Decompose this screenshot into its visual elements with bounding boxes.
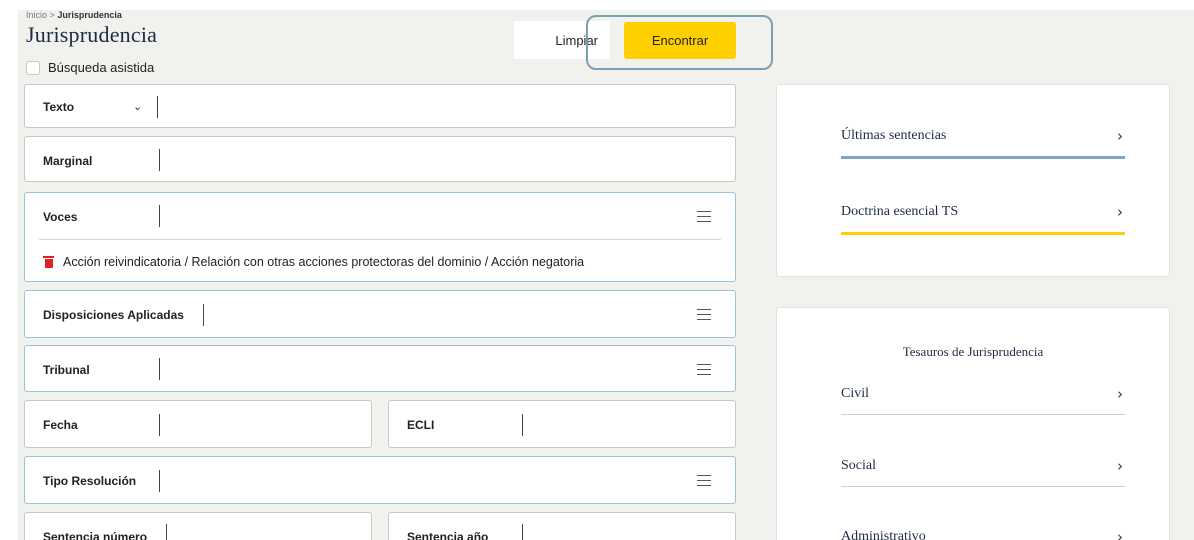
tesauro-administrativo-label: Administrativo (841, 529, 926, 540)
fecha-label: Fecha (43, 418, 78, 432)
civil-divider (841, 414, 1125, 415)
chevron-down-icon[interactable]: ⌄ (133, 100, 142, 113)
tipo-resolucion-label: Tipo Resolución (43, 474, 137, 488)
quick-links-card: Últimas sentencias › Doctrina esencial T… (776, 84, 1170, 277)
marginal-field[interactable]: Marginal (24, 136, 736, 182)
voces-input[interactable] (159, 205, 160, 227)
sentencia-numero-label: Sentencia número (43, 530, 148, 540)
tesauros-title: Tesauros de Jurisprudencia (902, 344, 1044, 359)
menu-icon[interactable] (697, 475, 711, 486)
sentencia-numero-input[interactable] (166, 524, 167, 540)
marginal-input[interactable] (159, 149, 160, 171)
disposiciones-label: Disposiciones Aplicadas (43, 308, 184, 322)
sentencia-numero-field[interactable]: Sentencia número (24, 512, 372, 540)
chevron-right-icon: › (1117, 203, 1123, 221)
breadcrumb-home[interactable]: Inicio (26, 10, 47, 20)
find-button[interactable]: Encontrar (624, 22, 736, 59)
tipo-resolucion-input[interactable] (159, 470, 160, 492)
ecli-field[interactable]: ECLI (388, 400, 736, 448)
voces-tag-text: Acción reivindicatoria / Relación con ot… (63, 255, 585, 269)
doctrina-underline (841, 232, 1125, 235)
texto-input[interactable] (157, 96, 158, 118)
chevron-right-icon: › (1117, 127, 1123, 145)
texto-type-label[interactable]: Texto (43, 100, 74, 114)
sentencia-anio-input[interactable] (522, 524, 523, 540)
tesauro-civil-link[interactable]: Civil › (841, 385, 1123, 403)
doctrina-esencial-link[interactable]: Doctrina esencial TS › (841, 203, 1123, 221)
tesauro-civil-label: Civil (841, 386, 870, 401)
voces-tag: Acción reivindicatoria / Relación con ot… (43, 255, 584, 269)
breadcrumb-current: Jurisprudencia (57, 10, 122, 20)
tipo-resolucion-field[interactable]: Tipo Resolución (24, 456, 736, 504)
social-divider (841, 486, 1125, 487)
disposiciones-field[interactable]: Disposiciones Aplicadas (24, 290, 736, 338)
tesauro-administrativo-link[interactable]: Administrativo › (841, 528, 1123, 540)
fecha-input[interactable] (159, 414, 160, 436)
ecli-input[interactable] (522, 414, 523, 436)
chevron-right-icon: › (1117, 385, 1123, 403)
ultimas-sentencias-link[interactable]: Últimas sentencias › (841, 127, 1123, 145)
sentencia-anio-label: Sentencia año (407, 530, 489, 540)
menu-icon[interactable] (697, 364, 711, 375)
doctrina-esencial-label: Doctrina esencial TS (841, 204, 959, 219)
menu-icon[interactable] (697, 309, 711, 320)
trash-icon[interactable] (43, 256, 54, 268)
ultimas-sentencias-label: Últimas sentencias (841, 128, 947, 143)
ultimas-underline (841, 156, 1125, 159)
breadcrumb: Inicio > Jurisprudencia (26, 10, 122, 20)
disposiciones-input[interactable] (203, 304, 204, 326)
tribunal-label: Tribunal (43, 363, 90, 377)
ecli-label: ECLI (407, 418, 435, 432)
voces-field[interactable]: Voces Acción reivindicatoria / Relación … (24, 192, 736, 282)
texto-field[interactable]: Texto ⌄ (24, 84, 736, 128)
voces-label: Voces (43, 210, 78, 224)
tesauro-social-label: Social (841, 458, 876, 473)
assisted-search-label: Búsqueda asistida (48, 60, 155, 75)
tribunal-input[interactable] (159, 358, 160, 380)
assisted-search-checkbox[interactable] (26, 60, 40, 75)
fecha-field[interactable]: Fecha (24, 400, 372, 448)
marginal-label: Marginal (43, 154, 93, 168)
page-title: Jurisprudencia (26, 22, 158, 47)
tribunal-field[interactable]: Tribunal (24, 345, 736, 392)
chevron-right-icon: › (1117, 528, 1123, 540)
sentencia-anio-field[interactable]: Sentencia año (388, 512, 736, 540)
assisted-search-toggle[interactable]: Búsqueda asistida (26, 60, 154, 75)
menu-icon[interactable] (697, 211, 711, 222)
tesauros-card: Tesauros de Jurisprudencia Civil › Socia… (776, 307, 1170, 540)
tesauro-social-link[interactable]: Social › (841, 457, 1123, 475)
breadcrumb-separator: > (49, 10, 55, 20)
chevron-right-icon: › (1117, 457, 1123, 475)
voces-divider (39, 239, 721, 240)
